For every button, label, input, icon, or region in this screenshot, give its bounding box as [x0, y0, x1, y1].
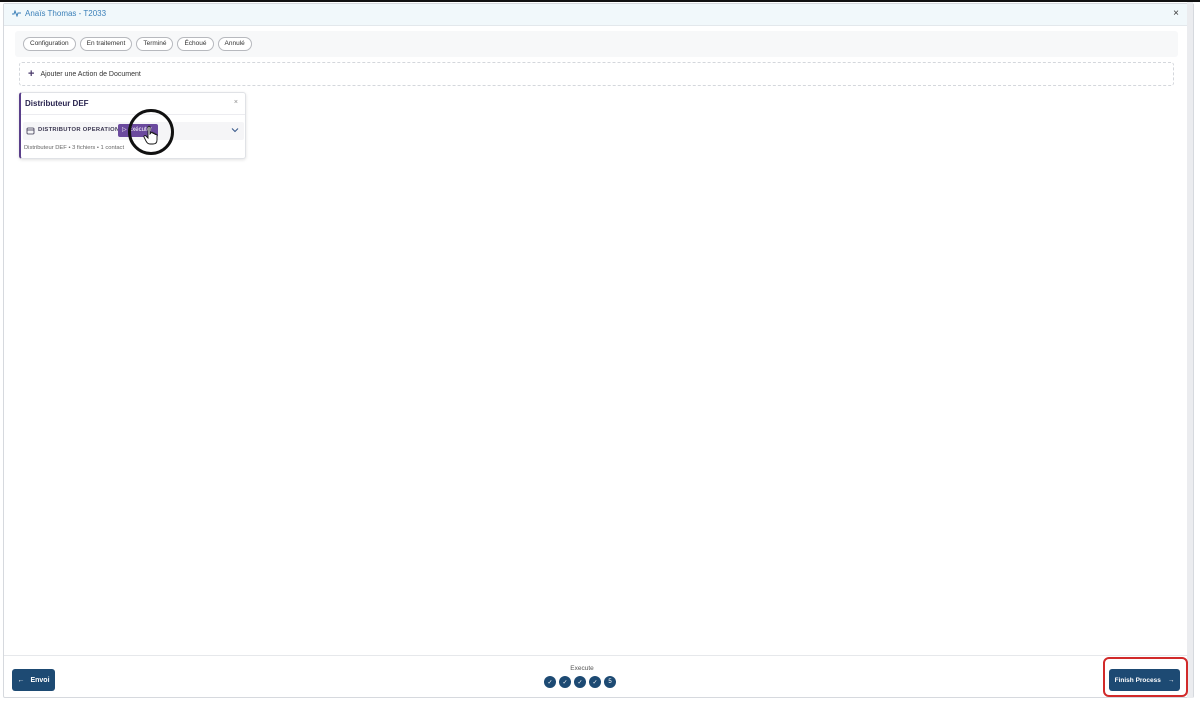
step-2-check-icon: ✓ — [559, 676, 571, 688]
status-tabs: Configuration En traitement Terminé Écho… — [15, 31, 1178, 57]
card-meta: Distributeur DEF • 3 fichiers • 1 contac… — [24, 145, 125, 151]
modal-header: Anaïs Thomas - T2033 × — [4, 4, 1187, 26]
arrow-left-icon: ← — [17, 676, 25, 684]
calendar-icon — [26, 127, 35, 135]
chevron-down-icon[interactable] — [230, 125, 240, 135]
operation-label: DISTRIBUTOR OPERATION — [38, 127, 120, 133]
add-document-action-label: Ajouter une Action de Document — [40, 70, 141, 78]
finish-process-button[interactable]: Finish Process → — [1109, 669, 1180, 691]
tab-configuration[interactable]: Configuration — [23, 37, 76, 51]
back-button-label: Envoi — [30, 676, 50, 684]
close-icon[interactable]: × — [1173, 8, 1179, 19]
hand-cursor-icon — [143, 125, 158, 145]
plus-icon: + — [28, 68, 35, 80]
tab-annule[interactable]: Annulé — [217, 37, 252, 51]
tab-echoue[interactable]: Échoué — [177, 37, 214, 51]
add-document-action-button[interactable]: + Ajouter une Action de Document — [19, 62, 1174, 86]
step-3-check-icon: ✓ — [574, 676, 586, 688]
tab-termine[interactable]: Terminé — [136, 37, 174, 51]
step-5-current: 5 — [604, 676, 616, 688]
card-title: Distributeur DEF — [25, 99, 89, 108]
modal-title: Anaïs Thomas - T2033 — [12, 9, 106, 18]
finish-process-label: Finish Process — [1114, 676, 1161, 684]
step-4-check-icon: ✓ — [589, 676, 601, 688]
card-close-icon[interactable]: × — [234, 99, 238, 106]
window-top-edge — [0, 0, 1200, 2]
activity-icon — [12, 10, 21, 17]
step-1-check-icon: ✓ — [544, 676, 556, 688]
card-divider — [21, 114, 245, 115]
steps-label: Execute — [570, 665, 594, 672]
footer-divider — [4, 655, 1187, 656]
progress-steps: ✓ ✓ ✓ ✓ 5 — [544, 676, 616, 688]
modal-title-text: Anaïs Thomas - T2033 — [25, 9, 107, 18]
back-button[interactable]: ← Envoi — [12, 669, 55, 691]
arrow-right-icon: → — [1167, 676, 1175, 684]
vertical-scrollbar[interactable] — [1187, 2, 1193, 698]
tab-en-traitement[interactable]: En traitement — [79, 37, 133, 51]
